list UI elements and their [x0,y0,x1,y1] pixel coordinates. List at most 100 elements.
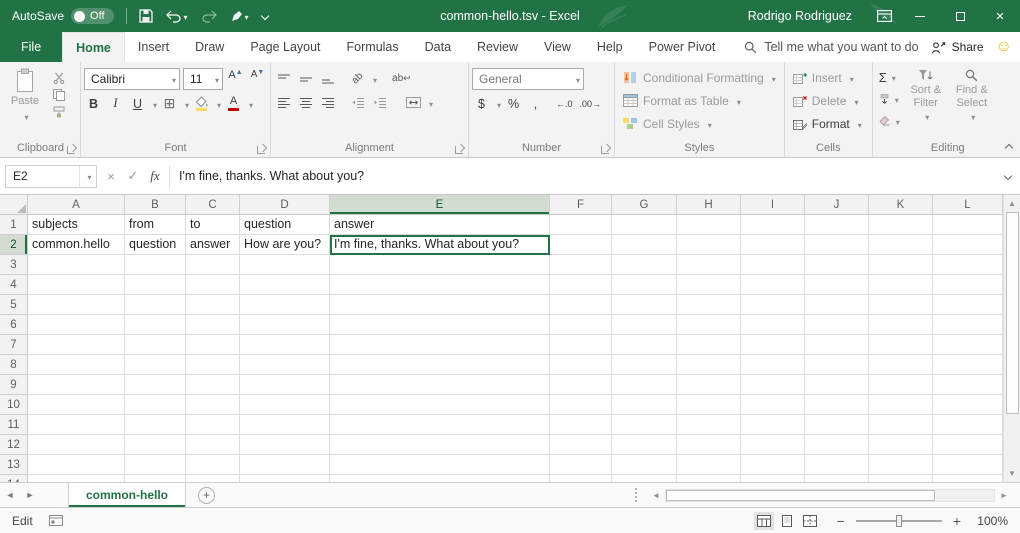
cell-H1[interactable] [677,215,741,235]
cell-F6[interactable] [550,315,612,335]
cell-B12[interactable] [125,435,186,455]
font-dialog-launcher-icon[interactable] [257,146,265,154]
row-header-4[interactable]: 4 [0,275,28,295]
borders-icon[interactable]: ⊞ [160,93,179,114]
draw-tool-icon[interactable] [230,9,249,23]
cell-E11[interactable] [330,415,550,435]
cell-L2[interactable] [933,235,1003,255]
cell-C1[interactable]: to [186,215,240,235]
cell-B4[interactable] [125,275,186,295]
new-sheet-icon[interactable]: + [198,487,215,504]
cell-H5[interactable] [677,295,741,315]
column-header-L[interactable]: L [933,195,1003,215]
cell-G7[interactable] [612,335,677,355]
page-layout-view-icon[interactable] [777,512,797,530]
cell-J5[interactable] [805,295,869,315]
paste-dropdown-icon[interactable] [21,109,28,123]
save-icon[interactable] [139,9,153,23]
cell-K3[interactable] [869,255,933,275]
cell-I5[interactable] [741,295,805,315]
cell-J12[interactable] [805,435,869,455]
horizontal-scrollbar[interactable]: ◄ ► [635,483,1020,507]
select-all-corner[interactable] [0,195,28,215]
orientation-icon[interactable]: ab [348,68,367,89]
sheet-nav-left-icon[interactable]: ◄ [0,483,20,507]
row-header-7[interactable]: 7 [0,335,28,355]
cell-D2[interactable]: How are you? [240,235,330,255]
font-color-icon[interactable]: A [224,93,243,114]
cell-L6[interactable] [933,315,1003,335]
cell-E14[interactable] [330,475,550,482]
zoom-slider[interactable] [856,520,942,522]
horizontal-scroll-track[interactable] [665,489,995,502]
cell-E9[interactable] [330,375,550,395]
cell-D10[interactable] [240,395,330,415]
align-right-icon[interactable] [318,92,337,113]
cell-L9[interactable] [933,375,1003,395]
column-header-J[interactable]: J [805,195,869,215]
insert-function-icon[interactable]: fx [144,168,166,184]
cell-H12[interactable] [677,435,741,455]
cell-L1[interactable] [933,215,1003,235]
sort-filter-button[interactable]: Sort & Filter [903,65,949,141]
cell-C13[interactable] [186,455,240,475]
close-button[interactable]: × [980,0,1020,32]
align-center-icon[interactable] [296,92,315,113]
zoom-out-icon[interactable]: − [837,514,845,528]
row-header-6[interactable]: 6 [0,315,28,335]
number-format-select[interactable]: General [472,68,584,90]
row-header-1[interactable]: 1 [0,215,28,235]
cell-E1[interactable]: answer [330,215,550,235]
cell-I7[interactable] [741,335,805,355]
ribbon-display-options-icon[interactable] [868,10,900,22]
cell-A7[interactable] [28,335,125,355]
row-header-13[interactable]: 13 [0,455,28,475]
alignment-dialog-launcher-icon[interactable] [455,146,463,154]
cell-G2[interactable] [612,235,677,255]
cell-E2[interactable]: I'm fine, thanks. What about you? [330,235,550,255]
cell-H10[interactable] [677,395,741,415]
page-break-view-icon[interactable] [800,512,820,530]
cell-A1[interactable]: subjects [28,215,125,235]
align-top-icon[interactable] [274,68,293,89]
cell-A9[interactable] [28,375,125,395]
row-header-2[interactable]: 2 [0,235,28,255]
cell-J8[interactable] [805,355,869,375]
clear-button[interactable] [876,111,903,131]
cell-B5[interactable] [125,295,186,315]
tab-power-pivot[interactable]: Power Pivot [636,32,729,62]
row-header-5[interactable]: 5 [0,295,28,315]
cell-F3[interactable] [550,255,612,275]
cell-K1[interactable] [869,215,933,235]
column-header-D[interactable]: D [240,195,330,215]
zoom-slider-thumb[interactable] [896,515,902,527]
cell-K14[interactable] [869,475,933,482]
cell-H2[interactable] [677,235,741,255]
cell-K4[interactable] [869,275,933,295]
format-painter-icon[interactable] [53,106,65,118]
paste-button[interactable]: Paste [4,65,46,141]
cell-J14[interactable] [805,475,869,482]
cell-D12[interactable] [240,435,330,455]
cell-L4[interactable] [933,275,1003,295]
cell-C5[interactable] [186,295,240,315]
format-cells-button[interactable]: Format [788,112,869,135]
column-header-I[interactable]: I [741,195,805,215]
cell-B11[interactable] [125,415,186,435]
cell-K8[interactable] [869,355,933,375]
decrease-decimal-icon[interactable]: .00→ [578,93,604,114]
cell-B6[interactable] [125,315,186,335]
cell-F12[interactable] [550,435,612,455]
cell-J3[interactable] [805,255,869,275]
number-dialog-launcher-icon[interactable] [601,146,609,154]
formula-bar-expand-icon[interactable] [998,173,1018,179]
formula-input[interactable]: I'm fine, thanks. What about you? [169,165,998,188]
comma-format-icon[interactable]: , [526,93,545,114]
cell-C8[interactable] [186,355,240,375]
cell-H11[interactable] [677,415,741,435]
copy-icon[interactable] [53,89,65,101]
cell-B9[interactable] [125,375,186,395]
tab-file[interactable]: File [0,32,62,62]
cell-G13[interactable] [612,455,677,475]
cell-D5[interactable] [240,295,330,315]
